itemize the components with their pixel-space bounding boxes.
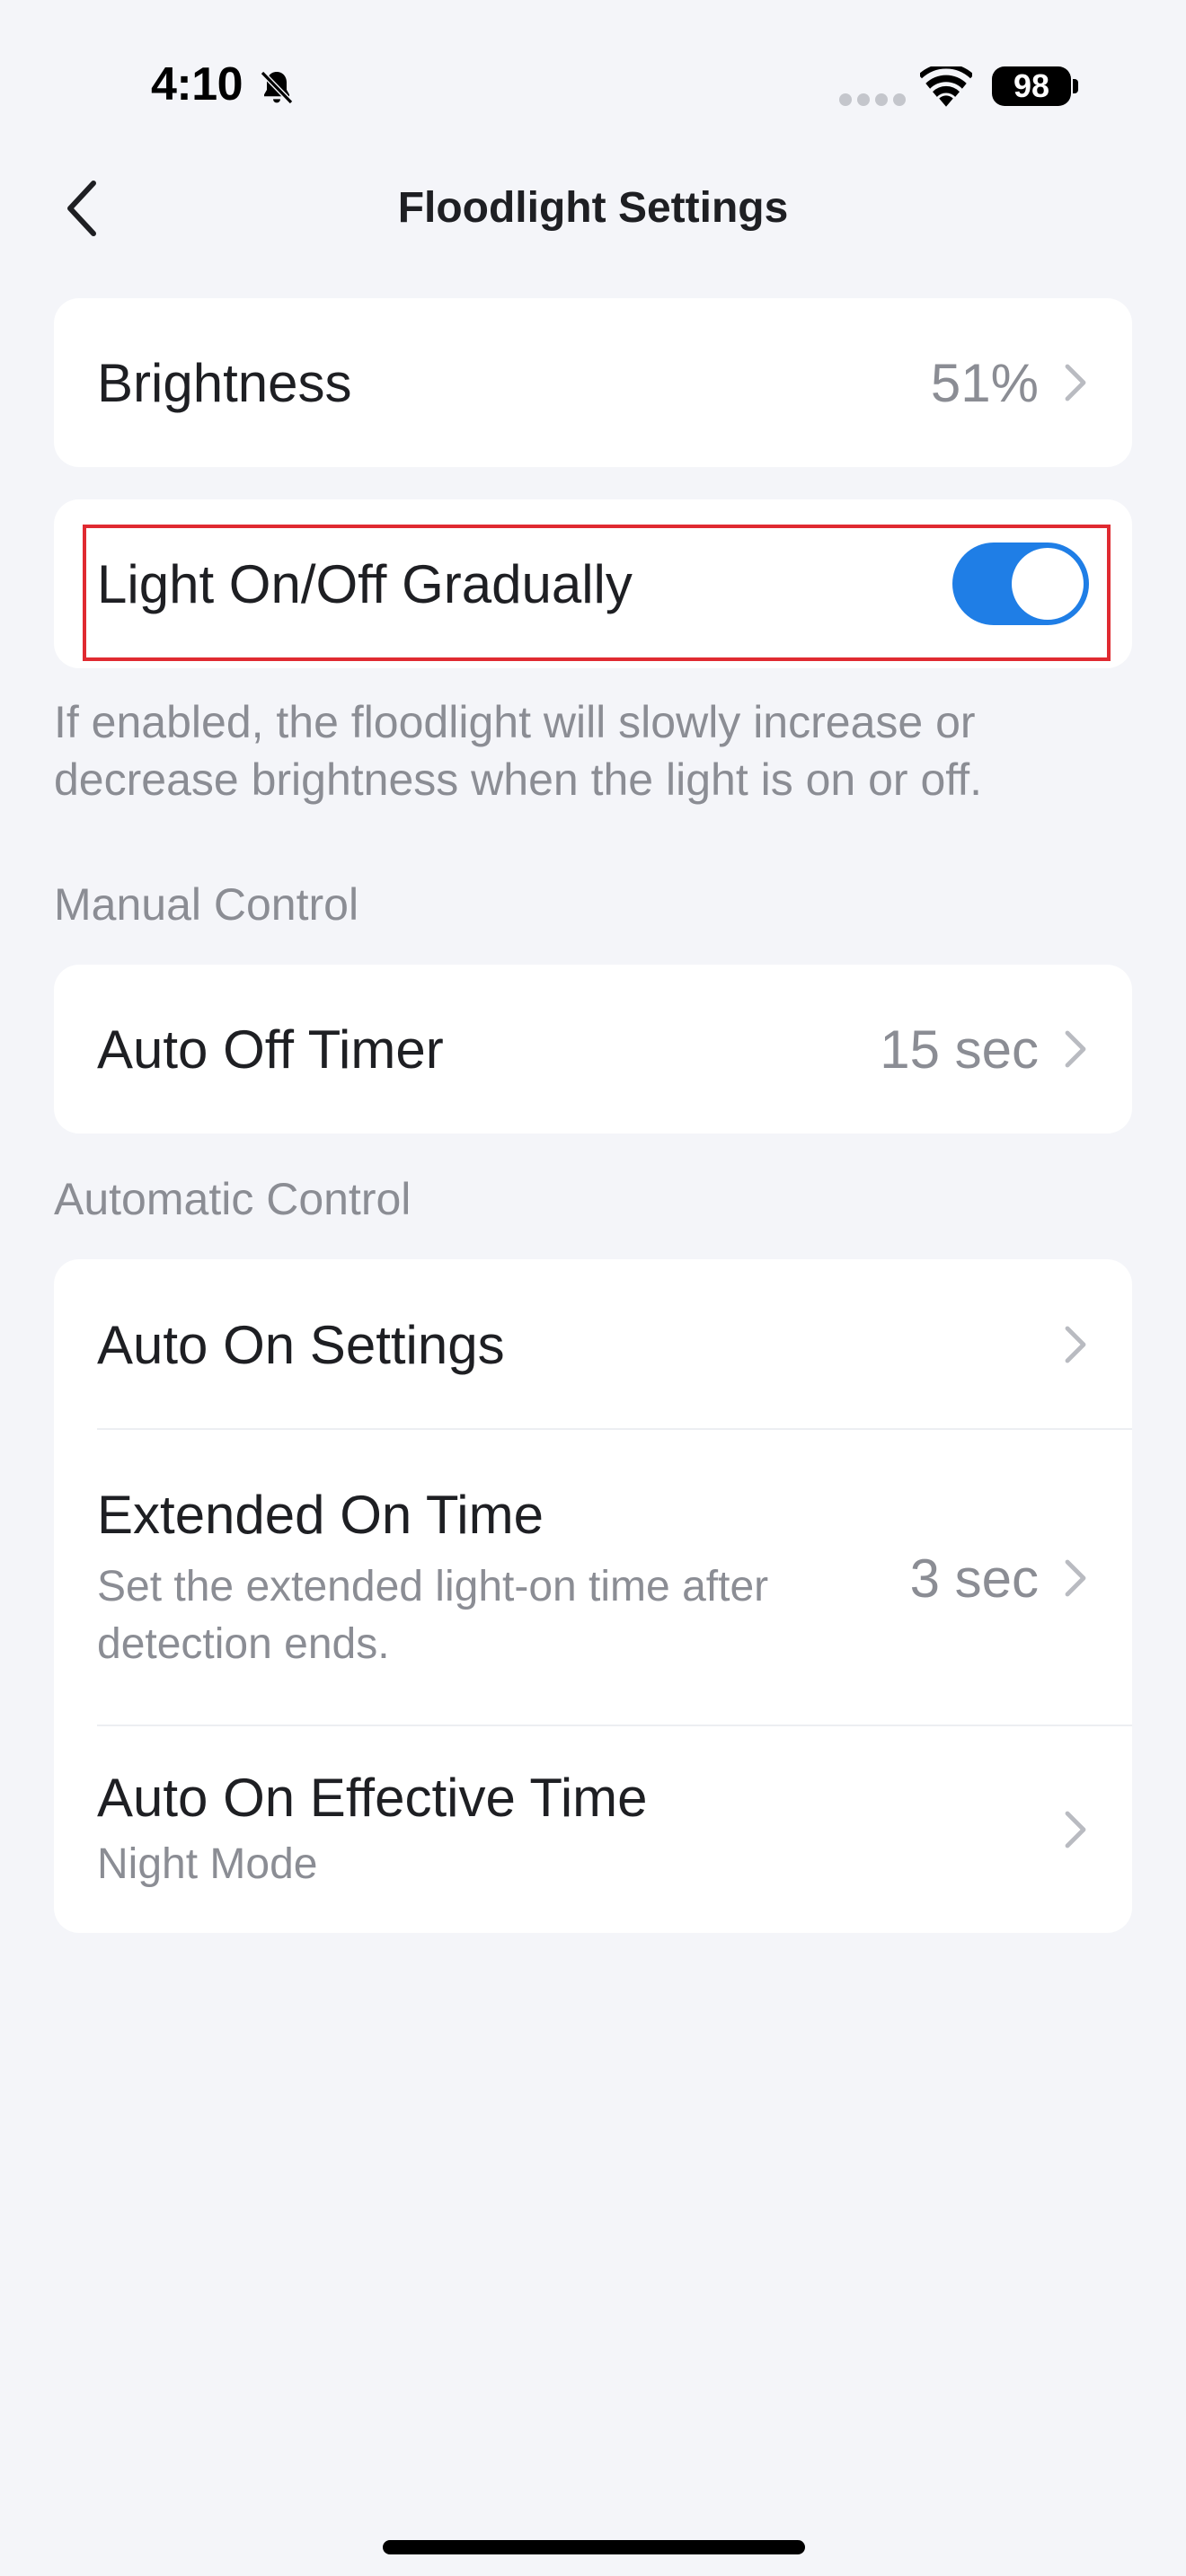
gradual-help-text: If enabled, the floodlight will slowly i…: [54, 697, 983, 805]
brightness-row[interactable]: Brightness 51%: [54, 298, 1132, 467]
gradual-label: Light On/Off Gradually: [97, 553, 633, 614]
auto-off-timer-value: 15 sec: [880, 1019, 1039, 1080]
extended-on-time-description: Set the extended light-on time after det…: [97, 1562, 769, 1668]
section-label-automatic-control: Automatic Control: [54, 1174, 412, 1224]
chevron-right-icon: [1065, 1030, 1086, 1068]
auto-off-timer-label: Auto Off Timer: [97, 1019, 444, 1080]
chevron-right-icon: [1065, 1559, 1086, 1597]
battery-level: 98: [1013, 67, 1050, 104]
auto-on-settings-label: Auto On Settings: [97, 1314, 505, 1375]
status-bar: 4:10 98: [0, 0, 1186, 153]
bell-slash-icon: [260, 70, 294, 105]
automatic-control-card: Auto On Settings Extended On Time Set th…: [54, 1259, 1132, 1933]
toggle-knob: [1012, 548, 1084, 620]
status-time: 4:10: [151, 58, 243, 110]
gradual-row: Light On/Off Gradually: [54, 499, 1132, 668]
auto-on-settings-row[interactable]: Auto On Settings: [54, 1259, 1132, 1430]
battery-cap: [1073, 79, 1078, 93]
page-title: Floodlight Settings: [397, 184, 789, 232]
gradual-card: Light On/Off Gradually: [54, 499, 1132, 668]
extended-on-time-label: Extended On Time: [97, 1484, 544, 1545]
chevron-right-icon: [1065, 1811, 1086, 1848]
auto-off-timer-row[interactable]: Auto Off Timer 15 sec: [54, 965, 1132, 1134]
brightness-card: Brightness 51%: [54, 298, 1132, 467]
manual-control-card: Auto Off Timer 15 sec: [54, 965, 1132, 1134]
auto-on-effective-time-row[interactable]: Auto On Effective Time Night Mode: [54, 1726, 1132, 1933]
section-label-manual-control: Manual Control: [54, 879, 359, 930]
brightness-value: 51%: [930, 352, 1039, 413]
extended-on-time-row[interactable]: Extended On Time Set the extended light-…: [54, 1430, 1132, 1726]
chevron-right-icon: [1065, 364, 1086, 401]
battery-indicator: 98: [992, 66, 1071, 106]
wifi-icon: [920, 66, 972, 107]
chevron-right-icon: [1065, 1326, 1086, 1363]
extended-on-time-value: 3 sec: [909, 1548, 1039, 1609]
home-indicator[interactable]: [383, 2540, 805, 2554]
cellular-signal-icon: [839, 93, 906, 106]
brightness-label: Brightness: [97, 352, 352, 413]
gradual-toggle[interactable]: [952, 543, 1089, 625]
auto-on-effective-time-value: Night Mode: [97, 1839, 318, 1888]
auto-on-effective-time-label: Auto On Effective Time: [97, 1767, 648, 1828]
